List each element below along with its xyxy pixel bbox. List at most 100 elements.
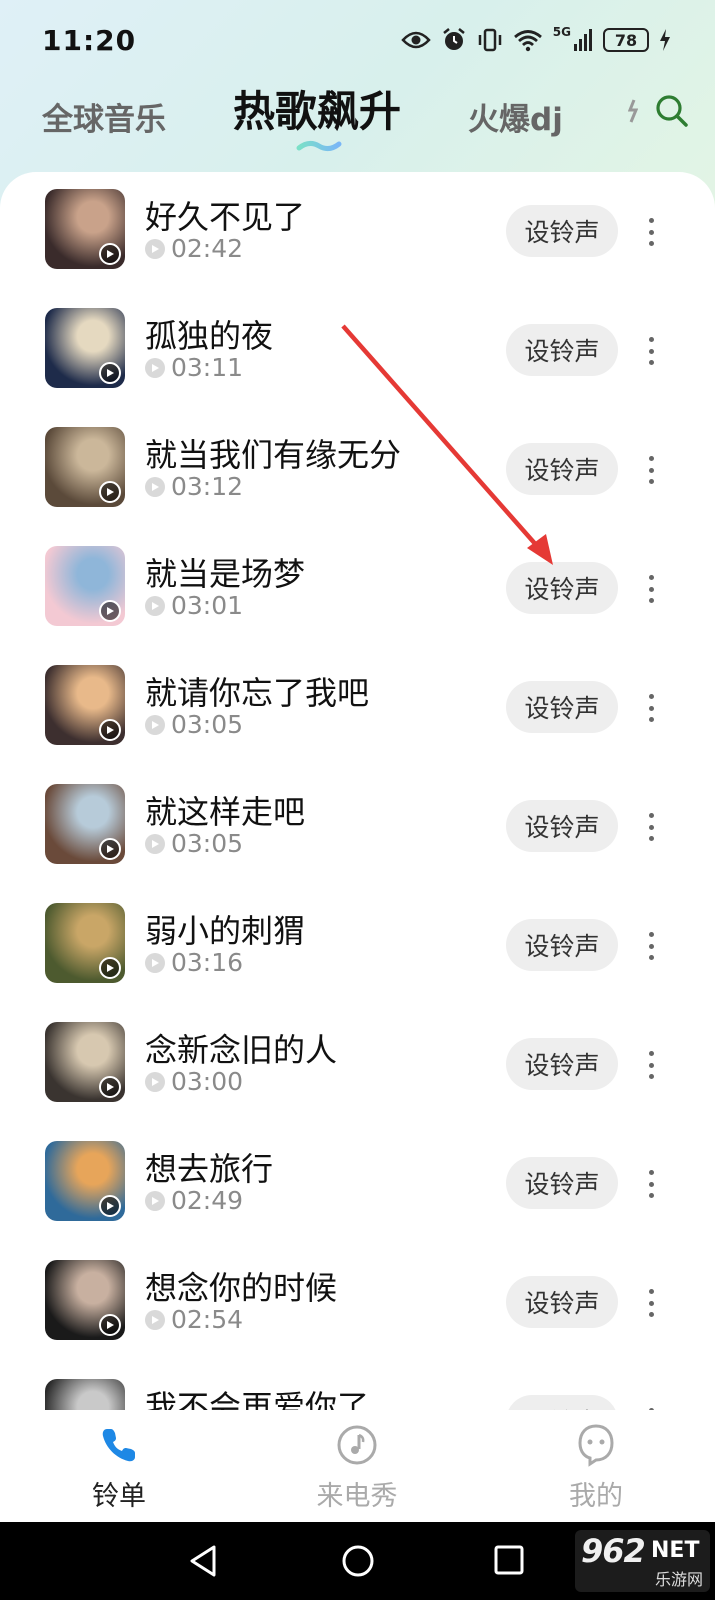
eye-icon bbox=[401, 31, 431, 49]
status-icons: 5G 78 bbox=[401, 25, 671, 53]
battery-indicator: 78 bbox=[603, 28, 649, 52]
play-icon[interactable] bbox=[99, 600, 121, 622]
song-cover-image[interactable] bbox=[45, 308, 125, 388]
more-options-icon[interactable] bbox=[640, 926, 662, 966]
duration-text: 02:49 bbox=[171, 1186, 244, 1215]
song-row[interactable]: 就请你忘了我吧 03:05 设铃声 bbox=[0, 648, 715, 767]
more-options-icon[interactable] bbox=[640, 688, 662, 728]
tab-global-music[interactable]: 全球音乐 bbox=[42, 94, 166, 139]
watermark-domain: NET bbox=[651, 1538, 700, 1563]
song-cover-image[interactable] bbox=[45, 546, 125, 626]
search-icon[interactable] bbox=[655, 94, 689, 128]
set-ringtone-button[interactable]: 设铃声 bbox=[506, 324, 618, 376]
nav-item-ringlist[interactable]: 铃单 bbox=[59, 1422, 179, 1513]
song-title: 想去旅行 bbox=[145, 1150, 274, 1188]
song-row[interactable]: 想去旅行 02:49 设铃声 bbox=[0, 1124, 715, 1243]
network-label: 5G bbox=[552, 25, 571, 39]
more-options-icon[interactable] bbox=[640, 807, 662, 847]
tab-hot-songs[interactable]: 热歌飙升 bbox=[233, 78, 401, 139]
more-options-icon[interactable] bbox=[640, 1045, 662, 1085]
duration-text: 02:42 bbox=[171, 234, 244, 263]
duration-text: 02:54 bbox=[171, 1305, 244, 1334]
back-icon[interactable] bbox=[188, 1544, 218, 1578]
song-cover-image[interactable] bbox=[45, 903, 125, 983]
set-ringtone-button[interactable]: 设铃声 bbox=[506, 443, 618, 495]
set-ringtone-button[interactable]: 设铃声 bbox=[506, 562, 618, 614]
play-icon[interactable] bbox=[99, 1195, 121, 1217]
more-options-icon[interactable] bbox=[640, 569, 662, 609]
duration-play-icon bbox=[145, 952, 165, 973]
duration-text: 03:00 bbox=[171, 1067, 244, 1096]
music-note-icon bbox=[337, 1425, 377, 1465]
song-row[interactable]: 就这样走吧 03:05 设铃声 bbox=[0, 767, 715, 886]
song-row[interactable]: 念新念旧的人 03:00 设铃声 bbox=[0, 1005, 715, 1124]
play-icon[interactable] bbox=[99, 243, 121, 265]
bottom-navigation: 铃单 来电秀 我的 bbox=[0, 1410, 715, 1522]
song-cover-image[interactable] bbox=[45, 665, 125, 745]
song-duration: 02:54 bbox=[145, 1305, 243, 1334]
song-cover-image[interactable] bbox=[45, 1022, 125, 1102]
duration-text: 03:01 bbox=[171, 591, 244, 620]
alarm-icon bbox=[443, 28, 465, 50]
song-title: 念新念旧的人 bbox=[145, 1031, 338, 1069]
set-ringtone-button[interactable]: 设铃声 bbox=[506, 1038, 618, 1090]
song-cover-image[interactable] bbox=[45, 1141, 125, 1221]
watermark-logo: 962 NET 乐游网 bbox=[575, 1530, 710, 1592]
duration-text: 03:16 bbox=[171, 948, 244, 977]
play-icon[interactable] bbox=[99, 1314, 121, 1336]
song-row[interactable]: 弱小的刺猬 03:16 设铃声 bbox=[0, 886, 715, 1005]
recents-icon[interactable] bbox=[493, 1544, 525, 1576]
home-icon[interactable] bbox=[341, 1544, 375, 1578]
song-row[interactable]: 就当是场梦 03:01 设铃声 bbox=[0, 529, 715, 648]
watermark-subtitle: 乐游网 bbox=[655, 1570, 704, 1589]
song-title: 我不会再爱你了 bbox=[145, 1388, 370, 1410]
song-row[interactable]: 就当我们有缘无分 03:12 设铃声 bbox=[0, 410, 715, 529]
song-cover-image[interactable] bbox=[45, 189, 125, 269]
more-options-icon[interactable] bbox=[640, 1164, 662, 1204]
set-ringtone-button[interactable]: 设铃声 bbox=[506, 681, 618, 733]
song-duration: 03:05 bbox=[145, 710, 243, 739]
phone-icon bbox=[102, 1429, 135, 1462]
duration-text: 03:05 bbox=[171, 829, 244, 858]
play-icon[interactable] bbox=[99, 719, 121, 741]
play-icon[interactable] bbox=[99, 957, 121, 979]
song-title: 想念你的时候 bbox=[145, 1269, 338, 1307]
set-ringtone-button[interactable]: 设铃声 bbox=[506, 1276, 618, 1328]
set-ringtone-button[interactable]: 设铃声 bbox=[506, 1157, 618, 1209]
song-duration: 02:49 bbox=[145, 1186, 243, 1215]
more-options-icon[interactable] bbox=[640, 450, 662, 490]
song-cover-image[interactable] bbox=[45, 1260, 125, 1340]
song-row[interactable]: 我不会再爱你了 设铃声 bbox=[0, 1362, 715, 1410]
play-icon[interactable] bbox=[99, 362, 121, 384]
play-icon[interactable] bbox=[99, 838, 121, 860]
duration-play-icon bbox=[145, 357, 165, 378]
play-icon[interactable] bbox=[99, 1076, 121, 1098]
song-duration: 03:01 bbox=[145, 591, 243, 620]
more-options-icon[interactable] bbox=[640, 1283, 662, 1323]
nav-label-ringlist: 铃单 bbox=[92, 1481, 146, 1512]
song-cover-image[interactable] bbox=[45, 784, 125, 864]
song-row[interactable]: 孤独的夜 03:11 设铃声 bbox=[0, 291, 715, 410]
song-duration: 03:00 bbox=[145, 1067, 243, 1096]
play-icon[interactable] bbox=[99, 481, 121, 503]
duration-text: 03:05 bbox=[171, 710, 244, 739]
set-ringtone-button[interactable]: 设铃声 bbox=[506, 919, 618, 971]
song-row[interactable]: 想念你的时候 02:54 设铃声 bbox=[0, 1243, 715, 1362]
song-cover-image[interactable] bbox=[45, 1379, 125, 1410]
set-ringtone-button[interactable]: 设铃声 bbox=[506, 205, 618, 257]
nav-item-caller-show[interactable]: 来电秀 bbox=[297, 1422, 417, 1513]
song-duration: 03:05 bbox=[145, 829, 243, 858]
set-ringtone-button[interactable]: 设铃声 bbox=[506, 800, 618, 852]
tab-hot-dj[interactable]: 火爆dj bbox=[468, 94, 563, 139]
nav-item-mine[interactable]: 我的 bbox=[536, 1422, 656, 1513]
duration-play-icon bbox=[145, 833, 165, 854]
song-row[interactable]: 好久不见了 02:42 设铃声 bbox=[0, 172, 715, 291]
tab-partial[interactable] bbox=[628, 94, 638, 136]
more-options-icon[interactable] bbox=[640, 1402, 662, 1410]
more-options-icon[interactable] bbox=[640, 331, 662, 371]
vibrate-icon bbox=[478, 28, 502, 52]
more-options-icon[interactable] bbox=[640, 212, 662, 252]
signal-icon bbox=[574, 29, 592, 51]
song-cover-image[interactable] bbox=[45, 427, 125, 507]
set-ringtone-button[interactable]: 设铃声 bbox=[506, 1395, 618, 1410]
